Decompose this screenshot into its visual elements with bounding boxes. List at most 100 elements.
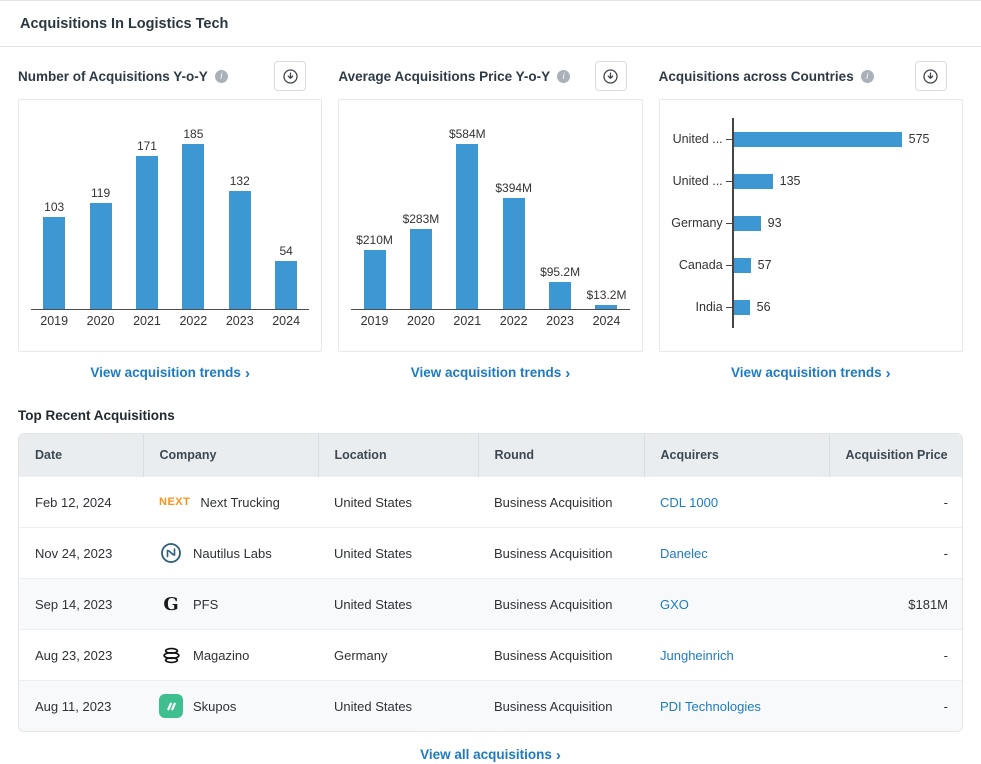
bar[interactable] <box>43 217 65 309</box>
cell-acquirers: Jungheinrich <box>644 630 829 681</box>
view-all-acquisitions-link[interactable]: View all acquisitions › <box>0 747 981 764</box>
chevron-right-icon: › <box>245 365 250 382</box>
info-icon[interactable]: i <box>557 70 570 83</box>
cell-round: Business Acquisition <box>478 630 644 681</box>
bar[interactable] <box>410 229 432 309</box>
bar[interactable] <box>182 144 204 309</box>
chevron-right-icon: › <box>886 365 891 382</box>
charts-row: Number of Acquisitions Y-o-Y i 103119171… <box>0 47 981 382</box>
cell-acquirers: GXO <box>644 579 829 630</box>
bar-column: 119 <box>77 186 123 309</box>
bar[interactable] <box>456 144 478 309</box>
bar-column: 103 <box>31 200 77 309</box>
y-tick-label: India <box>664 286 726 328</box>
acquirer-link[interactable]: GXO <box>660 597 689 612</box>
column-header-price: Acquisition Price <box>829 434 963 477</box>
info-icon[interactable]: i <box>861 70 874 83</box>
table-row[interactable]: Aug 23, 2023 Magazino GermanyBusiness Acqu… <box>19 630 963 681</box>
view-acquisition-trends-label: View acquisition trends <box>731 365 882 380</box>
table-row[interactable]: Aug 11, 2023SkuposUnited StatesBusiness … <box>19 681 963 732</box>
company-cell: NEXTNext Trucking <box>159 490 302 514</box>
bar[interactable] <box>229 191 251 309</box>
chart-panel-acquisitions-across-countries: Acquisitions across Countries i United .… <box>659 47 963 382</box>
acquirer-link[interactable]: CDL 1000 <box>660 495 718 510</box>
cell-location: United States <box>318 579 478 630</box>
x-tick-label: 2022 <box>170 314 216 328</box>
bar[interactable] <box>734 174 773 189</box>
x-tick-label: 2023 <box>217 314 263 328</box>
cell-location: Germany <box>318 630 478 681</box>
bar-row: Germany93 <box>664 202 954 244</box>
bar[interactable] <box>90 203 112 309</box>
bar-area: 56 <box>732 286 954 328</box>
cell-acquirers: Danelec <box>644 528 829 579</box>
chart-plot-area: United ...575United ...135Germany93Canad… <box>660 100 962 338</box>
bar[interactable] <box>549 282 571 309</box>
cell-round: Business Acquisition <box>478 579 644 630</box>
acquirer-link[interactable]: PDI Technologies <box>660 699 761 714</box>
download-chart-button[interactable] <box>274 61 306 91</box>
column-header-company: Company <box>143 434 318 477</box>
y-tick-label: Canada <box>664 244 726 286</box>
chart-panel-number-of-acquisitions-y-o-y: Number of Acquisitions Y-o-Y i 103119171… <box>18 47 322 382</box>
bar-value-label: 54 <box>279 244 292 258</box>
bar-column: $210M <box>351 233 397 309</box>
bar[interactable] <box>734 258 751 273</box>
company-logo <box>159 694 183 718</box>
cell-date: Feb 12, 2024 <box>19 477 143 528</box>
bar[interactable] <box>136 156 158 309</box>
bar[interactable] <box>275 261 297 309</box>
cell-location: United States <box>318 528 478 579</box>
cell-company: Magazino <box>143 630 318 681</box>
view-acquisition-trends-label: View acquisition trends <box>411 365 562 380</box>
bar[interactable] <box>364 250 386 309</box>
download-icon <box>282 68 299 85</box>
chevron-right-icon: › <box>556 747 561 764</box>
chart-card: United ...575United ...135Germany93Canad… <box>659 99 963 352</box>
bar-value-label: $394M <box>495 181 532 195</box>
table-row[interactable]: Sep 14, 2023GPFSUnited StatesBusiness Ac… <box>19 579 963 630</box>
download-chart-button[interactable] <box>595 61 627 91</box>
bar-chart: 1031191711851325420192020202120222023202… <box>19 112 321 328</box>
view-acquisition-trends-link[interactable]: View acquisition trends › <box>659 365 963 382</box>
table-row[interactable]: Feb 12, 2024NEXTNext TruckingUnited Stat… <box>19 477 963 528</box>
view-acquisition-trends-link[interactable]: View acquisition trends› <box>18 365 322 382</box>
company-cell: Magazino <box>159 643 302 667</box>
cell-date: Aug 11, 2023 <box>19 681 143 732</box>
acquisitions-table: Date Company Location Round Acquirers Ac… <box>18 433 963 732</box>
cell-round: Business Acquisition <box>478 528 644 579</box>
bar-area: 135 <box>732 160 954 202</box>
bar[interactable] <box>734 132 902 147</box>
view-all-acquisitions-label: View all acquisitions <box>420 747 552 762</box>
x-tick-label: 2023 <box>537 314 583 328</box>
acquirer-link[interactable]: Danelec <box>660 546 708 561</box>
download-chart-button[interactable] <box>915 61 947 91</box>
table-row[interactable]: Nov 24, 2023Nautilus LabsUnited StatesBu… <box>19 528 963 579</box>
bar-value-label: 56 <box>757 300 771 314</box>
table-section-title: Top Recent Acquisitions <box>18 408 963 423</box>
info-icon[interactable]: i <box>215 70 228 83</box>
cell-acquisition-price: $181M <box>829 579 963 630</box>
x-tick-label: 2022 <box>491 314 537 328</box>
bar[interactable] <box>734 300 750 315</box>
bar-column: 132 <box>217 174 263 309</box>
bar-area: 575 <box>732 118 954 160</box>
cell-date: Aug 23, 2023 <box>19 630 143 681</box>
bar[interactable] <box>734 216 761 231</box>
cell-location: United States <box>318 681 478 732</box>
x-tick-label: 2024 <box>583 314 629 328</box>
view-acquisition-trends-link[interactable]: View acquisition trends› <box>338 365 642 382</box>
column-header-location: Location <box>318 434 478 477</box>
chart-plot-area: $210M$283M$584M$394M$95.2M$13.2M <box>351 112 629 310</box>
bar[interactable] <box>503 198 525 309</box>
bar-value-label: $283M <box>403 212 440 226</box>
company-name: Skupos <box>193 699 236 714</box>
company-name: Magazino <box>193 648 249 663</box>
bar-value-label: $210M <box>356 233 393 247</box>
bar[interactable] <box>595 305 617 309</box>
bar-column: $95.2M <box>537 265 583 309</box>
acquirer-link[interactable]: Jungheinrich <box>660 648 734 663</box>
bar-area: 93 <box>732 202 954 244</box>
company-name: PFS <box>193 597 218 612</box>
bar-area: 57 <box>732 244 954 286</box>
